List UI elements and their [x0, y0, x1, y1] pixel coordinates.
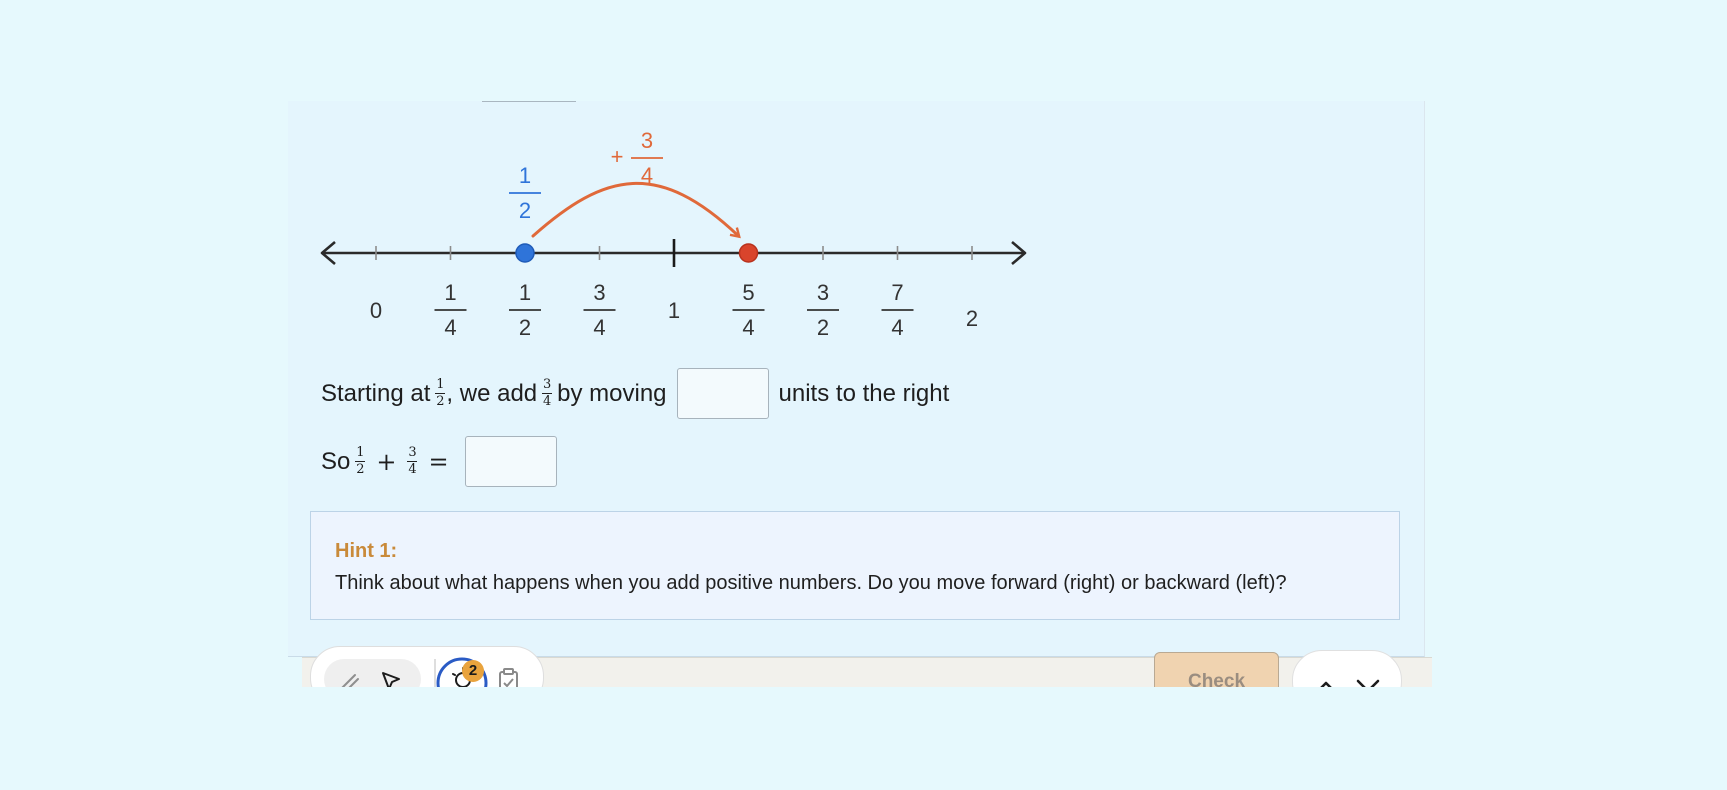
fraction-numerator: 1 [436, 377, 445, 393]
question-text: , we add [446, 379, 538, 407]
fraction-numerator: 3 [593, 280, 605, 305]
viewport-background [0, 687, 1727, 790]
question-text: units to the right [778, 379, 950, 407]
tick-label: 34 [583, 280, 616, 340]
sum-answer-input[interactable] [464, 436, 557, 487]
jump-sign: + [611, 144, 624, 169]
fraction-denominator: 2 [519, 315, 531, 340]
tick-label: 2 [966, 306, 978, 331]
tick-label: 14 [434, 280, 467, 340]
fraction-one-half: 1 2 [435, 377, 446, 409]
fraction-numerator: 1 [444, 280, 456, 305]
question-text: So [321, 447, 351, 475]
fraction-numerator: 1 [356, 445, 365, 461]
fraction-three-quarters: 3 4 [542, 377, 553, 409]
units-answer-input[interactable] [676, 368, 769, 419]
fraction-denominator: 2 [436, 394, 445, 409]
fraction-denominator: 4 [742, 315, 754, 340]
question-sum: So 1 2 + 3 4 = [321, 436, 567, 487]
jump-arc [531, 181, 739, 236]
hint-panel: Hint 1: Think about what happens when yo… [310, 511, 1400, 620]
fraction-denominator: 4 [444, 315, 456, 340]
hint-count-badge: 2 [462, 660, 484, 682]
fraction-denominator: 4 [891, 315, 903, 340]
fraction-denominator: 2 [817, 315, 829, 340]
equals-sign: = [428, 447, 449, 476]
jump-label: +34 [611, 128, 663, 188]
fraction-numerator: 3 [543, 377, 552, 393]
fraction-denominator: 4 [408, 462, 417, 477]
question-move: Starting at 1 2 , we add 3 4 by moving u… [321, 368, 949, 419]
end-point [738, 243, 759, 263]
tick-label: 0 [370, 298, 382, 323]
tick-label: 1 [668, 298, 680, 323]
fraction-denominator: 2 [356, 462, 365, 477]
hint-title: Hint 1: [335, 540, 398, 562]
fraction-denominator: 4 [641, 163, 653, 188]
start-point [515, 243, 535, 263]
question-text: by moving [557, 379, 667, 407]
tick-label: 54 [732, 280, 765, 340]
fraction-denominator: 2 [519, 198, 531, 223]
fraction-denominator: 4 [593, 315, 605, 340]
start-label: 12 [509, 163, 541, 223]
hint-body: Think about what happens when you add po… [335, 572, 1287, 594]
tick-label: 32 [807, 280, 839, 340]
number-line-ticks [320, 239, 1027, 267]
fraction-numerator: 1 [519, 163, 531, 188]
fraction-denominator: 4 [543, 394, 552, 409]
fraction-one-half: 1 2 [355, 445, 366, 477]
question-text: Starting at [321, 379, 431, 407]
tick-label: 74 [881, 280, 914, 340]
fraction-numerator: 1 [519, 280, 531, 305]
fraction-three-quarters: 3 4 [407, 445, 418, 477]
fraction-numerator: 3 [641, 128, 653, 153]
fraction-numerator: 3 [408, 445, 417, 461]
fraction-numerator: 3 [817, 280, 829, 305]
number-line-labels: 01412341543274 2 [370, 280, 978, 340]
tick-label: 12 [509, 280, 541, 340]
jump-fraction: 34 [631, 128, 663, 188]
fraction-numerator: 7 [891, 280, 903, 305]
fraction-numerator: 5 [742, 280, 754, 305]
plus-sign: + [376, 447, 397, 476]
